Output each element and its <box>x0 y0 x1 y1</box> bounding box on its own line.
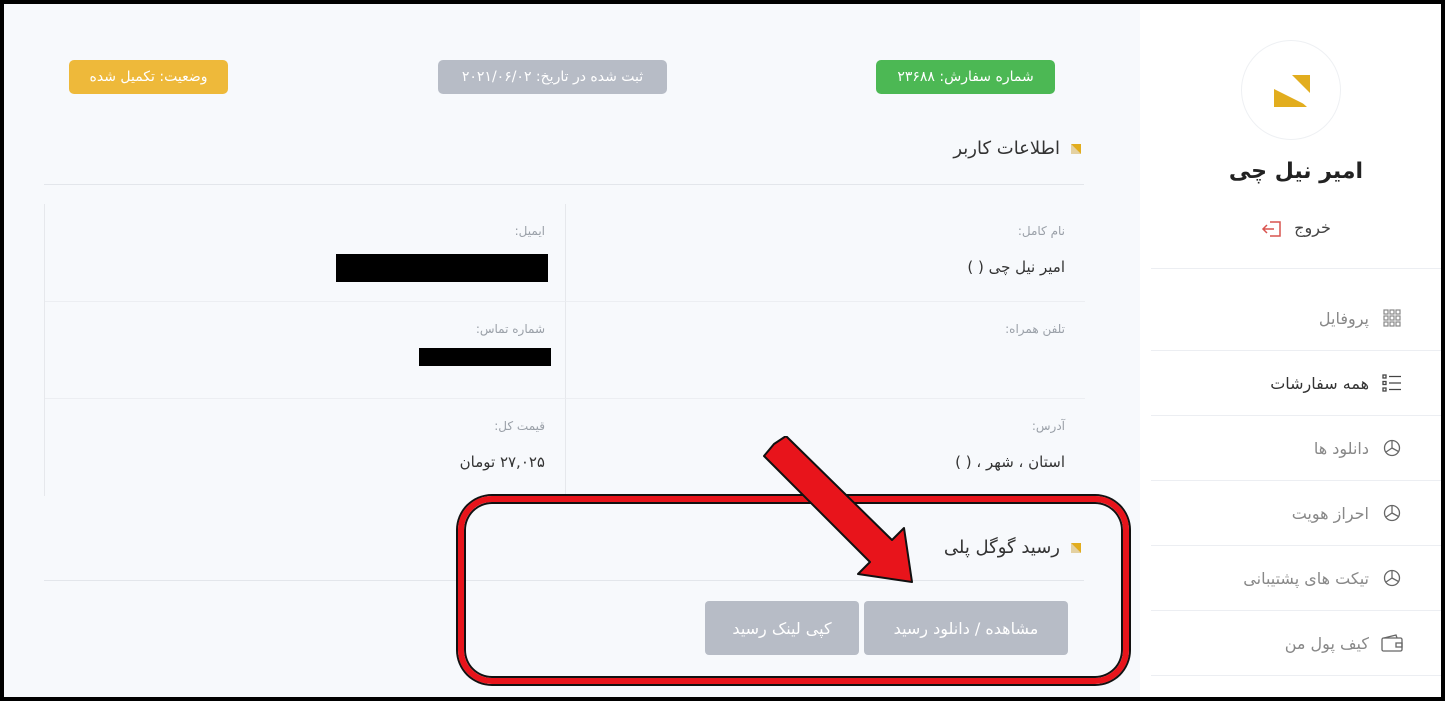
profile-card: امیر نیل چی خروج <box>1151 4 1441 269</box>
copy-receipt-link-button[interactable]: کپی لینک رسید <box>705 601 859 655</box>
sidebar-item-downloads[interactable]: دانلود ها <box>1151 416 1441 481</box>
email-cell: ایمیل: <box>45 204 565 301</box>
receipt-title-text: رسید گوگل پلی <box>943 537 1060 558</box>
pie-chart-icon <box>1381 567 1403 589</box>
contact-cell: شماره تماس: <box>45 301 565 398</box>
email-label: ایمیل: <box>514 224 545 238</box>
total-price-value: ۲۷,۰۲۵ تومان <box>459 453 545 471</box>
logout-link[interactable]: خروج <box>1151 218 1441 238</box>
address-cell: آدرس: استان ، شهر ، ( ) <box>565 398 1085 495</box>
address-label: آدرس: <box>1031 419 1065 433</box>
total-price-cell: قیمت کل: ۲۷,۰۲۵ تومان <box>45 398 565 495</box>
sidebar-menu: پروفایل همه سفارشات دانلود ها احراز هویت… <box>1151 286 1441 676</box>
sidebar-item-label: احراز هویت <box>1291 503 1369 523</box>
pie-chart-icon <box>1381 437 1403 459</box>
sidebar-item-label: همه سفارشات <box>1270 373 1369 393</box>
total-price-label: قیمت کل: <box>494 419 545 433</box>
section-bullet-icon <box>1071 542 1081 553</box>
wallet-icon <box>1381 632 1403 654</box>
pie-chart-icon <box>1381 502 1403 524</box>
user-info-title: اطلاعات کاربر <box>953 138 1082 159</box>
sidebar-item-support-tickets[interactable]: تیکت های پشتیبانی <box>1151 546 1441 611</box>
order-date-badge: ثبت شده در تاریخ: ۲۰۲۱/۰۶/۰۲ <box>438 60 667 94</box>
contact-label: شماره تماس: <box>475 322 545 336</box>
sidebar-item-label: دانلود ها <box>1313 438 1369 458</box>
order-number-badge: شماره سفارش: ۲۳۶۸۸ <box>876 60 1055 94</box>
sidebar-item-profile[interactable]: پروفایل <box>1151 286 1441 351</box>
logout-icon <box>1262 220 1281 237</box>
logout-label: خروج <box>1294 218 1331 237</box>
sidebar-item-verification[interactable]: احراز هویت <box>1151 481 1441 546</box>
mobile-cell: تلفن همراه: <box>565 301 1085 398</box>
divider <box>44 184 1084 185</box>
main-content: شماره سفارش: ۲۳۶۸۸ ثبت شده در تاریخ: ۲۰۲… <box>4 4 1140 697</box>
redacted-email <box>336 254 548 282</box>
sidebar-item-wallet[interactable]: کیف پول من <box>1151 611 1441 676</box>
user-name: امیر نیل چی <box>1228 159 1364 184</box>
full-name-cell: نام کامل: امیر نیل چی ( ) <box>565 204 1085 301</box>
order-status-badge: وضعیت: تکمیل شده <box>69 60 228 94</box>
redacted-phone <box>419 348 551 366</box>
brand-logo-icon <box>1274 75 1310 107</box>
address-value: استان ، شهر ، ( ) <box>955 453 1065 471</box>
view-download-receipt-button[interactable]: مشاهده / دانلود رسید <box>864 601 1068 655</box>
user-info-grid: نام کامل: امیر نیل چی ( ) ایمیل: تلفن هم… <box>44 204 1085 496</box>
sidebar-item-all-orders[interactable]: همه سفارشات <box>1151 351 1441 416</box>
grid-icon <box>1381 307 1403 329</box>
list-icon <box>1381 372 1403 394</box>
full-name-value: امیر نیل چی ( ) <box>967 258 1065 276</box>
user-info-title-text: اطلاعات کاربر <box>953 138 1060 159</box>
sidebar-item-label: پروفایل <box>1318 308 1369 328</box>
sidebar: امیر نیل چی خروج پروفایل همه سفارشات دان… <box>1151 4 1441 697</box>
full-name-label: نام کامل: <box>1017 224 1065 238</box>
mobile-label: تلفن همراه: <box>1005 322 1065 336</box>
avatar <box>1241 40 1341 140</box>
sidebar-item-label: کیف پول من <box>1284 633 1369 653</box>
sidebar-item-label: تیکت های پشتیبانی <box>1243 568 1369 588</box>
divider <box>44 580 1084 581</box>
section-bullet-icon <box>1071 143 1081 154</box>
receipt-title: رسید گوگل پلی <box>944 537 1082 558</box>
